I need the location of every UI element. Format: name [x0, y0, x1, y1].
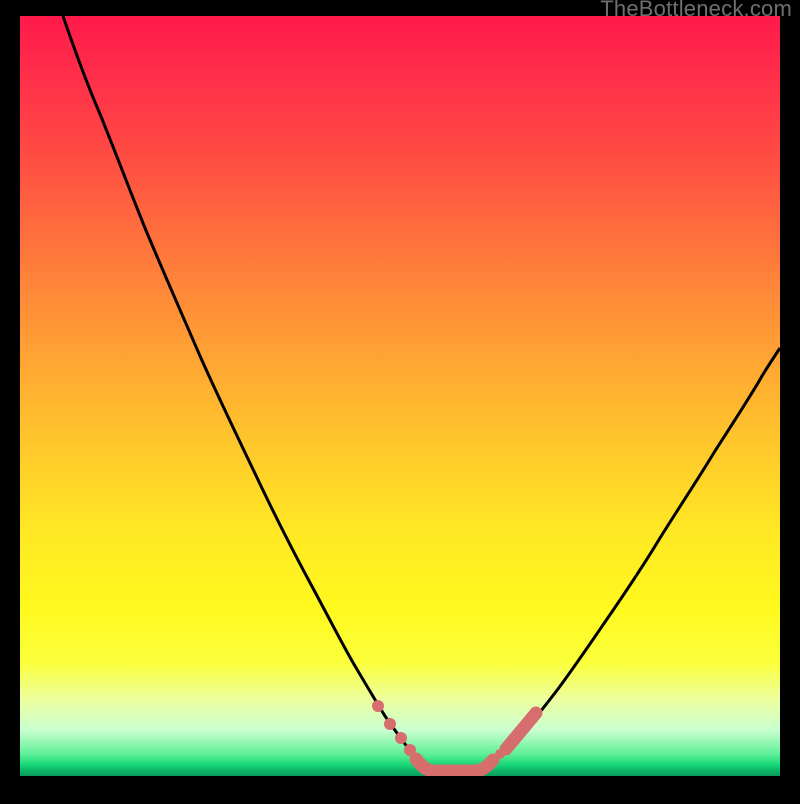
accent-dot: [404, 744, 416, 756]
accent-dot: [495, 749, 505, 759]
accent-dot: [372, 700, 384, 712]
accent-valley: [416, 759, 493, 771]
chart-frame: TheBottleneck.com: [0, 0, 800, 804]
accent-dot: [384, 718, 396, 730]
curve-right: [480, 348, 780, 771]
curve-left: [63, 16, 430, 771]
accent-dot: [395, 732, 407, 744]
plot-area: [20, 16, 780, 776]
watermark-text: TheBottleneck.com: [600, 0, 792, 22]
accent-right-run: [506, 713, 536, 749]
chart-svg: [20, 16, 780, 776]
